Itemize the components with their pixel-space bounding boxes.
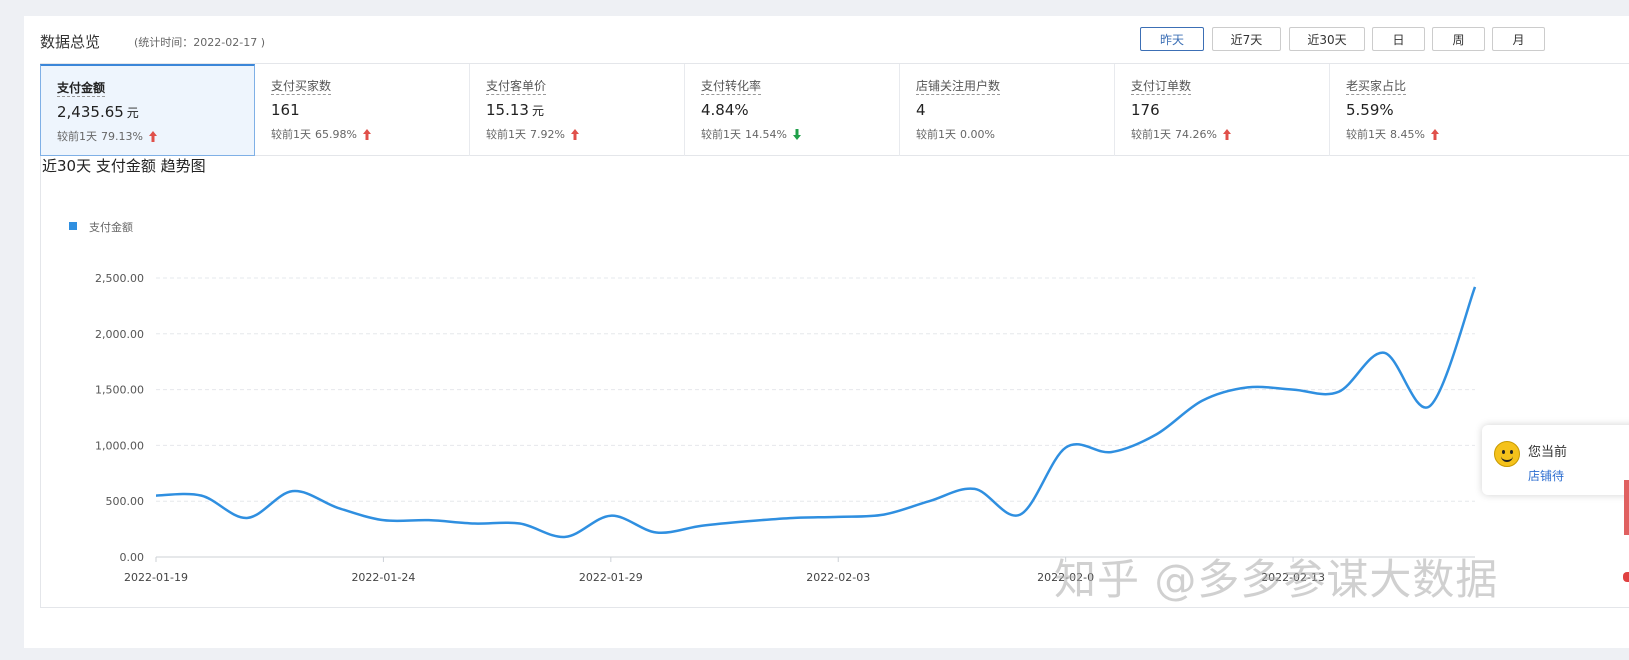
data-point[interactable] <box>562 534 568 540</box>
data-point[interactable] <box>881 512 887 518</box>
data-point[interactable] <box>1336 389 1342 395</box>
popup-link[interactable]: 店铺待 <box>1528 467 1564 484</box>
data-point[interactable] <box>835 514 841 520</box>
data-point[interactable] <box>198 493 204 499</box>
data-point[interactable] <box>972 486 978 492</box>
x-tick-label: 2022-02-03 <box>806 571 870 584</box>
data-point[interactable] <box>1108 449 1114 455</box>
data-point[interactable] <box>471 521 477 527</box>
data-point[interactable] <box>244 515 250 521</box>
data-point[interactable] <box>790 515 796 521</box>
y-tick-label: 0.00 <box>120 551 145 564</box>
data-point[interactable] <box>1154 431 1160 437</box>
data-point[interactable] <box>289 488 295 494</box>
data-point[interactable] <box>653 529 659 535</box>
data-point[interactable] <box>1472 284 1478 290</box>
data-point[interactable] <box>608 513 614 519</box>
y-tick-label: 2,500.00 <box>95 272 144 285</box>
x-tick-label: 2022-01-19 <box>124 571 188 584</box>
x-tick-label: 2022-01-29 <box>579 571 643 584</box>
side-tab[interactable] <box>1624 480 1629 535</box>
data-point[interactable] <box>744 518 750 524</box>
data-point[interactable] <box>426 517 432 523</box>
data-point[interactable] <box>1245 384 1251 390</box>
x-tick-label: 2022-01-24 <box>351 571 415 584</box>
series-line-payment-amount[interactable] <box>155 286 1477 539</box>
smiley-icon <box>1494 441 1520 467</box>
data-point[interactable] <box>1427 403 1433 409</box>
y-tick-label: 2,000.00 <box>95 328 144 341</box>
data-point[interactable] <box>1199 398 1205 404</box>
popup-message: 您当前 <box>1528 445 1568 460</box>
y-tick-label: 500.00 <box>106 495 145 508</box>
assistant-popup[interactable]: 您当前 店铺待 <box>1482 425 1629 495</box>
data-point[interactable] <box>1017 512 1023 518</box>
data-point[interactable] <box>380 517 386 523</box>
side-dot[interactable] <box>1623 572 1629 582</box>
y-tick-label: 1,000.00 <box>95 439 144 452</box>
data-point[interactable] <box>517 521 523 527</box>
data-point[interactable] <box>926 498 932 504</box>
data-point[interactable] <box>699 523 705 529</box>
data-point[interactable] <box>1381 350 1387 356</box>
watermark: 知乎 @多多参谋大数据 <box>1054 555 1499 604</box>
data-point[interactable] <box>153 493 159 499</box>
data-point[interactable] <box>1290 387 1296 393</box>
data-point[interactable] <box>1063 445 1069 451</box>
data-point[interactable] <box>335 505 341 511</box>
y-tick-label: 1,500.00 <box>95 384 144 397</box>
